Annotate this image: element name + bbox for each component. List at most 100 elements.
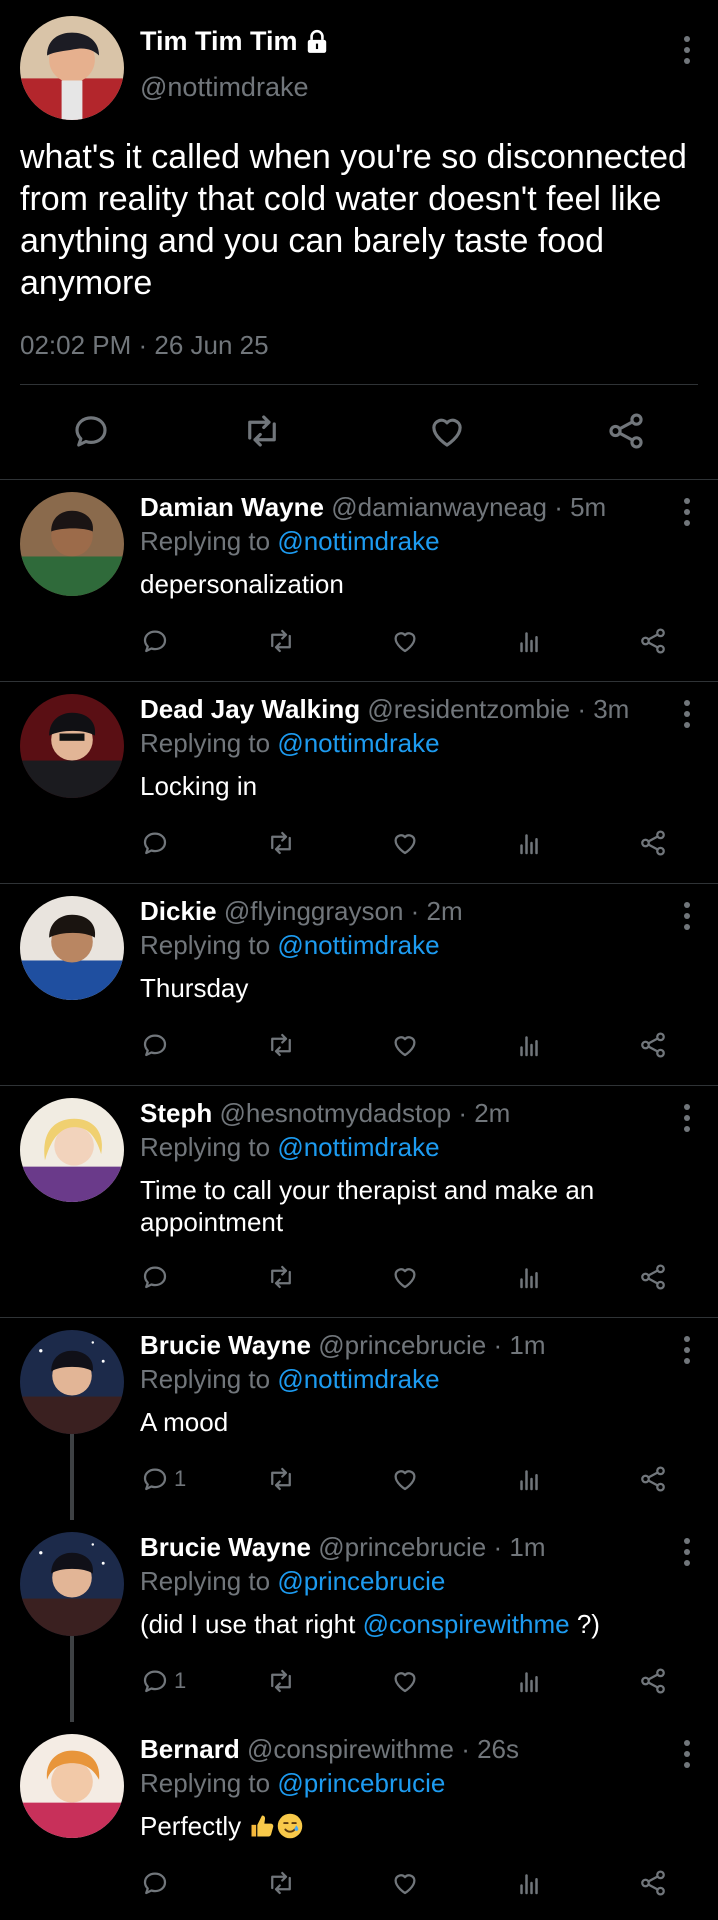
avatar[interactable] [20, 1734, 124, 1838]
more-icon[interactable] [680, 1740, 694, 1773]
timestamp[interactable]: 02:02 PM · 26 Jun 25 [20, 330, 269, 361]
reply-icon[interactable] [140, 1262, 174, 1292]
share-icon[interactable] [638, 1262, 668, 1292]
handle[interactable]: @hesnotmydadstop [219, 1098, 451, 1128]
reply-tweet[interactable]: Steph @hesnotmydadstop · 2m Replying to … [0, 1086, 718, 1318]
reply-text: (did I use that right @conspirewithme ?) [140, 1609, 600, 1639]
reply-tweet[interactable]: Bernard @conspirewithme · 26s Replying t… [0, 1722, 718, 1920]
avatar[interactable] [20, 694, 124, 798]
like-icon[interactable] [390, 626, 420, 656]
reply-icon[interactable] [140, 828, 174, 858]
retweet-icon[interactable] [266, 626, 296, 656]
display-name[interactable]: Dead Jay Walking [140, 694, 360, 724]
handle[interactable]: @damianwayneag [331, 492, 547, 522]
avatar[interactable] [20, 1330, 124, 1434]
replying-to: Replying to @nottimdrake [140, 930, 440, 960]
views-icon[interactable] [514, 626, 544, 656]
views-icon[interactable] [514, 1868, 544, 1898]
retweet-icon[interactable] [266, 1868, 296, 1898]
views-icon[interactable] [514, 1030, 544, 1060]
like-icon[interactable] [390, 828, 420, 858]
handle[interactable]: @conspirewithme [247, 1734, 454, 1764]
mention-link[interactable]: @princebrucie [277, 1768, 445, 1798]
more-icon[interactable] [680, 1538, 694, 1571]
avatar[interactable] [20, 16, 124, 120]
share-icon[interactable] [638, 828, 668, 858]
reply-tweet[interactable]: Dickie @flyinggrayson · 2m Replying to @… [0, 884, 718, 1086]
share-icon[interactable] [638, 1464, 668, 1494]
reply-actions [140, 1030, 718, 1064]
retweet-icon[interactable] [266, 1464, 296, 1494]
retweet-icon[interactable] [241, 410, 283, 452]
reply-tweet[interactable]: Brucie Wayne @princebrucie · 1m Replying… [0, 1520, 718, 1722]
time: · 26s [461, 1734, 520, 1764]
reply-actions [140, 1868, 718, 1902]
like-icon[interactable] [390, 1262, 420, 1292]
like-icon[interactable] [426, 410, 468, 452]
tweet-actions [0, 410, 718, 458]
views-icon[interactable] [514, 828, 544, 858]
more-icon[interactable] [680, 700, 694, 733]
reply-icon[interactable] [140, 1030, 174, 1060]
like-icon[interactable] [390, 1030, 420, 1060]
retweet-icon[interactable] [266, 1030, 296, 1060]
share-icon[interactable] [638, 626, 668, 656]
reply-tweet[interactable]: Dead Jay Walking @residentzombie · 3m Re… [0, 682, 718, 884]
retweet-icon[interactable] [266, 1262, 296, 1292]
more-icon[interactable] [680, 1104, 694, 1137]
handle[interactable]: @residentzombie [367, 694, 570, 724]
mention-link[interactable]: @nottimdrake [277, 1364, 439, 1394]
handle[interactable]: @flyinggrayson [224, 896, 404, 926]
views-icon[interactable] [514, 1262, 544, 1292]
handle[interactable]: @princebrucie [318, 1532, 486, 1562]
mention-link[interactable]: @conspirewithme [363, 1609, 570, 1639]
retweet-icon[interactable] [266, 1666, 296, 1696]
avatar[interactable] [20, 896, 124, 1000]
share-icon[interactable] [638, 1868, 668, 1898]
mention-link[interactable]: @princebrucie [277, 1566, 445, 1596]
reply-text: A mood [140, 1407, 229, 1437]
display-name[interactable]: Steph [140, 1098, 212, 1128]
like-icon[interactable] [390, 1868, 420, 1898]
reply-tweet[interactable]: Brucie Wayne @princebrucie · 1m Replying… [0, 1318, 718, 1520]
more-icon[interactable] [680, 902, 694, 935]
display-name[interactable]: Tim Tim Tim [140, 26, 330, 57]
display-name[interactable]: Dickie [140, 896, 217, 926]
reply-tweet[interactable]: Damian Wayne @damianwayneag · 5m Replyin… [0, 480, 718, 682]
reply-actions: 1 [140, 1666, 718, 1700]
share-icon[interactable] [638, 1666, 668, 1696]
more-icon[interactable] [680, 1336, 694, 1369]
reply-icon[interactable] [140, 1868, 174, 1898]
reply-icon[interactable]: 1 [140, 1666, 186, 1696]
time: · 3m [577, 694, 630, 724]
handle[interactable]: @nottimdrake [140, 72, 308, 103]
reply-icon[interactable]: 1 [140, 1464, 186, 1494]
display-name[interactable]: Damian Wayne [140, 492, 324, 522]
avatar[interactable] [20, 1098, 124, 1202]
tweet-text: what's it called when you're so disconne… [20, 138, 687, 302]
mention-link[interactable]: @nottimdrake [277, 526, 439, 556]
handle[interactable]: @princebrucie [318, 1330, 486, 1360]
mention-link[interactable]: @nottimdrake [277, 728, 439, 758]
reply-text: Thursday [140, 973, 249, 1003]
views-icon[interactable] [514, 1464, 544, 1494]
reply-icon[interactable] [140, 626, 174, 656]
display-name[interactable]: Bernard [140, 1734, 240, 1764]
reply-actions: 1 [140, 1464, 718, 1498]
like-icon[interactable] [390, 1464, 420, 1494]
retweet-icon[interactable] [266, 828, 296, 858]
avatar[interactable] [20, 1532, 124, 1636]
display-name[interactable]: Brucie Wayne [140, 1532, 311, 1562]
share-icon[interactable] [638, 1030, 668, 1060]
views-icon[interactable] [514, 1666, 544, 1696]
avatar[interactable] [20, 492, 124, 596]
more-icon[interactable] [680, 498, 694, 531]
mention-link[interactable]: @nottimdrake [277, 1132, 439, 1162]
reply-count: 1 [174, 1466, 187, 1491]
mention-link[interactable]: @nottimdrake [277, 930, 439, 960]
like-icon[interactable] [390, 1666, 420, 1696]
more-icon[interactable] [680, 36, 694, 69]
reply-icon[interactable] [70, 410, 112, 452]
share-icon[interactable] [605, 410, 647, 452]
display-name[interactable]: Brucie Wayne [140, 1330, 311, 1360]
